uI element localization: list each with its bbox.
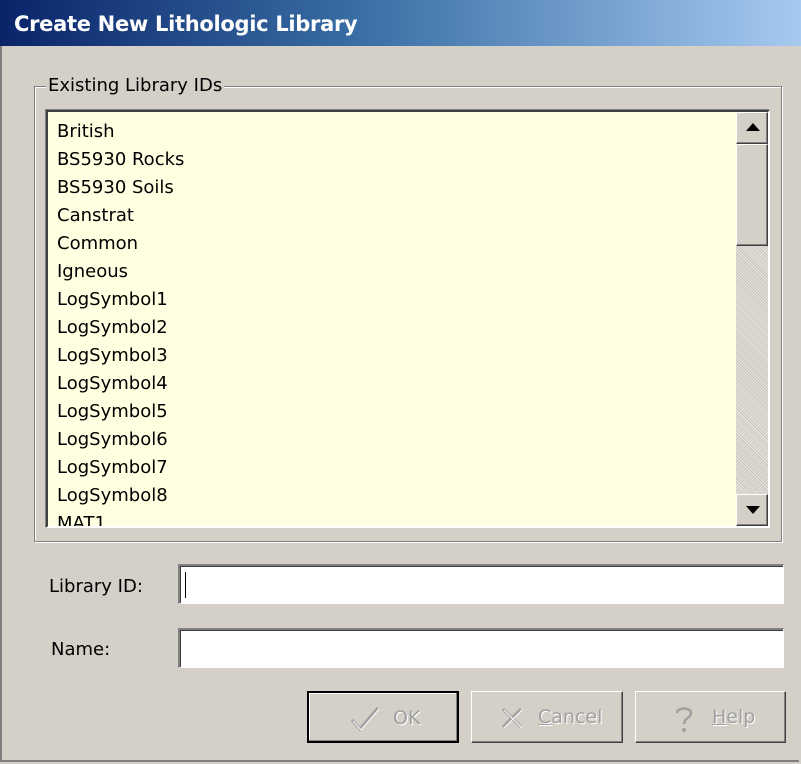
list-item[interactable]: LogSymbol6 [57, 426, 184, 454]
scroll-down-button[interactable] [736, 494, 768, 526]
help-button[interactable]: Help [635, 691, 786, 743]
ok-button[interactable]: OK [307, 691, 459, 743]
library-id-listbox[interactable]: British BS5930 Rocks BS5930 Soils Canstrat C… [46, 110, 770, 528]
list-item[interactable]: MAT1 [57, 510, 184, 526]
list-item[interactable]: British [57, 118, 184, 146]
library-id-label: Library ID: [49, 576, 143, 597]
window-title: Create New Lithologic Library [14, 12, 358, 36]
question-mark-icon [675, 707, 693, 732]
list-item[interactable]: LogSymbol5 [57, 398, 184, 426]
list-item[interactable]: BS5930 Rocks [57, 146, 184, 174]
list-item[interactable]: BS5930 Soils [57, 174, 184, 202]
scroll-down-arrow-icon [746, 506, 760, 514]
checkmark-icon [350, 707, 380, 732]
cancel-button[interactable]: Cancel [471, 691, 623, 743]
list-item[interactable]: LogSymbol8 [57, 482, 184, 510]
ok-label: OK [393, 707, 421, 729]
name-input[interactable] [178, 628, 784, 668]
cancel-label: Cancel [538, 706, 603, 728]
scroll-up-arrow-icon [746, 123, 760, 131]
list-items: British BS5930 Rocks BS5930 Soils Canstrat C… [57, 118, 184, 526]
library-id-input[interactable] [178, 564, 784, 604]
scroll-thumb[interactable] [736, 144, 768, 246]
help-label: Help [712, 706, 756, 728]
list-item[interactable]: LogSymbol2 [57, 314, 184, 342]
list-item[interactable]: LogSymbol1 [57, 286, 184, 314]
text-caret [185, 572, 186, 598]
list-item[interactable]: Common [57, 230, 184, 258]
list-item[interactable]: Canstrat [57, 202, 184, 230]
vertical-scrollbar[interactable] [736, 112, 768, 526]
x-cancel-icon [501, 707, 523, 729]
list-item[interactable]: LogSymbol3 [57, 342, 184, 370]
title-bar[interactable]: Create New Lithologic Library [0, 0, 801, 46]
name-label: Name: [51, 639, 111, 660]
group-legend: Existing Library IDs [46, 75, 225, 96]
scroll-up-button[interactable] [736, 112, 768, 144]
list-item[interactable]: LogSymbol7 [57, 454, 184, 482]
list-item[interactable]: Igneous [57, 258, 184, 286]
list-item[interactable]: LogSymbol4 [57, 370, 184, 398]
